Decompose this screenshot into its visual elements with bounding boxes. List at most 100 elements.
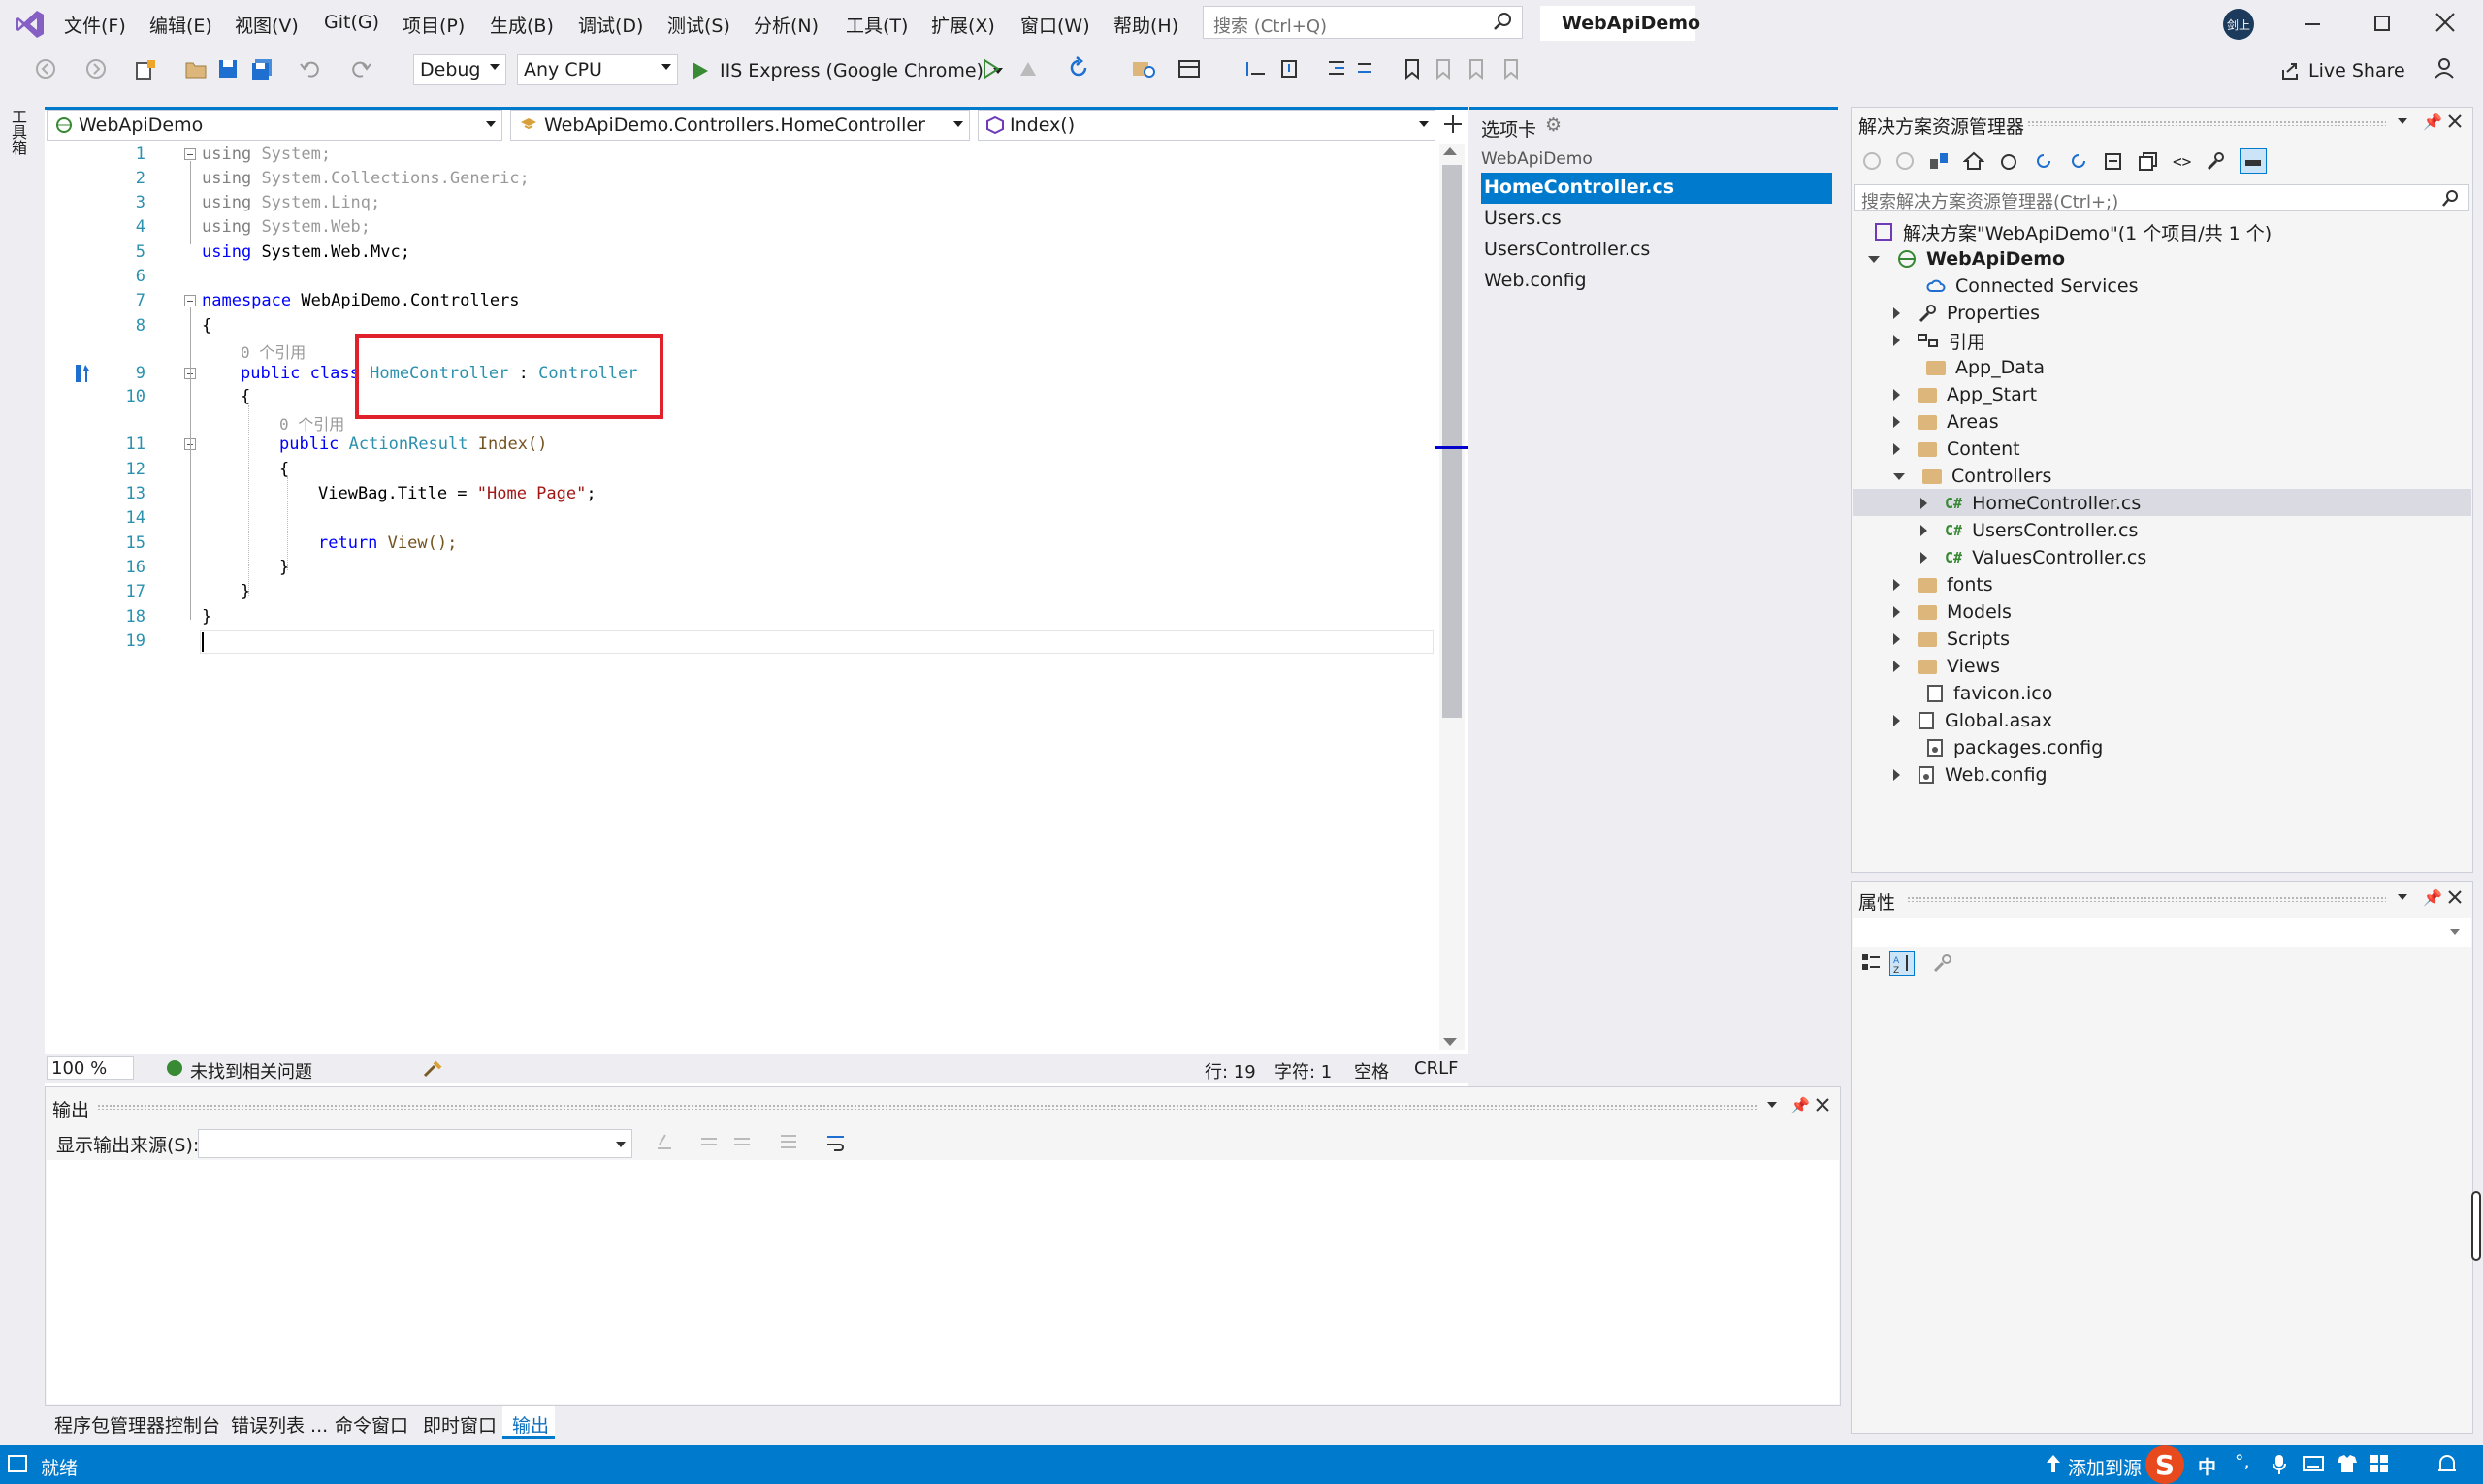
codelens-label[interactable]: 0 个引用 xyxy=(241,339,306,363)
window-menu-icon[interactable] xyxy=(2398,118,2407,124)
tree-item-controllers[interactable]: Controllers xyxy=(1893,463,2051,490)
output-text-area[interactable] xyxy=(47,1160,1839,1404)
tree-item-areas[interactable]: Areas xyxy=(1893,408,1999,436)
indent-icon[interactable] xyxy=(1325,58,1348,80)
notifications-bell-icon[interactable] xyxy=(2436,1453,2458,1476)
pin-icon[interactable]: 📌 xyxy=(2423,113,2442,131)
word-wrap-icon[interactable] xyxy=(824,1131,848,1152)
undo-icon[interactable] xyxy=(299,58,322,80)
menu-build[interactable]: 生成(B) xyxy=(490,12,554,38)
toolbox-grid-icon[interactable] xyxy=(2369,1453,2390,1474)
nav-member-select[interactable]: Index() xyxy=(978,110,1435,141)
window-menu-icon[interactable] xyxy=(1767,1102,1777,1108)
home-icon[interactable] xyxy=(1963,151,1984,171)
close-panel-icon[interactable] xyxy=(2448,890,2462,904)
fold-toggle[interactable] xyxy=(184,295,196,306)
tab-error-list[interactable]: 错误列表 ... xyxy=(231,1411,328,1437)
tab-immediate-window[interactable]: 即时窗口 xyxy=(423,1411,497,1437)
prev-message-icon[interactable] xyxy=(698,1131,720,1152)
eol-indicator[interactable]: CRLF xyxy=(1414,1058,1458,1079)
close-icon[interactable] xyxy=(2435,12,2456,33)
forward-icon[interactable] xyxy=(85,58,107,80)
tree-item-packages-config[interactable]: packages.config xyxy=(1926,734,2103,761)
step-into-icon[interactable] xyxy=(1278,58,1302,80)
refresh-icon[interactable] xyxy=(2033,151,2054,171)
scroll-thumb[interactable] xyxy=(1442,165,1462,718)
find-message-icon[interactable] xyxy=(654,1131,675,1152)
tree-item-content[interactable]: Content xyxy=(1893,436,2020,463)
save-all-icon[interactable] xyxy=(250,58,274,81)
menu-debug[interactable]: 调试(D) xyxy=(578,12,643,38)
property-pages-icon[interactable] xyxy=(1932,952,1953,974)
open-folder-icon[interactable] xyxy=(184,58,208,80)
zoom-select[interactable]: 100 % xyxy=(47,1056,134,1080)
tree-item-global-asax[interactable]: Global.asax xyxy=(1893,707,2052,734)
code-cleanup-icon[interactable] xyxy=(421,1058,444,1080)
properties-object-select[interactable] xyxy=(1853,918,2471,947)
column-indicator[interactable]: 字符: 1 xyxy=(1274,1058,1332,1083)
menu-edit[interactable]: 编辑(E) xyxy=(149,12,212,38)
window-menu-icon[interactable] xyxy=(2398,894,2407,900)
back-icon[interactable] xyxy=(1862,151,1882,171)
menu-view[interactable]: 视图(V) xyxy=(235,12,299,38)
comment-icon[interactable] xyxy=(1354,58,1377,80)
menu-tools[interactable]: 工具(T) xyxy=(846,12,908,38)
menu-help[interactable]: 帮助(H) xyxy=(1113,12,1178,38)
menu-file[interactable]: 文件(F) xyxy=(64,12,126,38)
tree-project-node[interactable]: WebApiDemo xyxy=(1868,245,2065,273)
tab-entry-homecontroller[interactable]: HomeController.cs xyxy=(1484,177,1674,198)
categorized-icon[interactable] xyxy=(1860,952,1882,974)
menu-project[interactable]: 项目(P) xyxy=(403,12,465,38)
alphabetical-icon[interactable]: AZ xyxy=(1889,951,1915,976)
tree-item-models[interactable]: Models xyxy=(1893,598,2012,626)
ime-mode[interactable]: 中 xyxy=(2198,1453,2216,1479)
hot-reload-icon[interactable] xyxy=(1016,58,1040,80)
tab-entry-users[interactable]: Users.cs xyxy=(1484,208,1562,229)
refresh-icon[interactable] xyxy=(1067,56,1090,80)
tree-solution-node[interactable]: 解决方案"WebApiDemo"(1 个项目/共 1 个) xyxy=(1874,218,2272,245)
tree-item-views[interactable]: Views xyxy=(1893,653,2000,680)
tab-package-manager-console[interactable]: 程序包管理器控制台 xyxy=(54,1411,220,1437)
tree-item-scripts[interactable]: Scripts xyxy=(1893,626,2010,653)
global-search-input[interactable]: 搜索 (Ctrl+Q) xyxy=(1203,6,1523,39)
punctuation-icon[interactable]: °, xyxy=(2235,1451,2250,1472)
prev-bookmark-icon[interactable] xyxy=(1434,58,1453,80)
tree-item-references[interactable]: 引用 xyxy=(1893,327,1985,354)
codelens-refs-icon[interactable] xyxy=(74,363,93,384)
skin-icon[interactable] xyxy=(2336,1453,2359,1474)
next-bookmark-icon[interactable] xyxy=(1467,58,1486,80)
menu-window[interactable]: 窗口(W) xyxy=(1020,12,1090,38)
collapse-all-icon[interactable] xyxy=(2103,151,2124,171)
properties-wrench-icon[interactable] xyxy=(2205,151,2226,171)
split-editor-icon[interactable] xyxy=(1442,113,1464,135)
sync-icon[interactable] xyxy=(1928,151,1950,171)
save-icon[interactable] xyxy=(217,58,239,80)
scroll-up-icon[interactable] xyxy=(1443,147,1457,155)
notification-icon[interactable] xyxy=(8,1455,27,1472)
side-scrollbar[interactable] xyxy=(2471,1191,2481,1261)
configuration-select[interactable]: Debug xyxy=(413,54,506,85)
line-indicator[interactable]: 行: 19 xyxy=(1205,1058,1256,1083)
nav-class-select[interactable]: WebApiDemo.Controllers.HomeController xyxy=(510,110,970,141)
nav-project-select[interactable]: WebApiDemo xyxy=(47,110,502,141)
output-source-select[interactable] xyxy=(198,1129,632,1158)
pin-icon[interactable]: 📌 xyxy=(2423,888,2442,907)
issues-status[interactable]: 未找到相关问题 xyxy=(190,1058,312,1083)
back-icon[interactable] xyxy=(35,58,56,80)
platform-select[interactable]: Any CPU xyxy=(517,54,678,85)
tree-item-homecontroller[interactable]: C# HomeController.cs xyxy=(1920,490,2141,517)
tab-entry-webconfig[interactable]: Web.config xyxy=(1484,270,1587,291)
find-in-files-icon[interactable] xyxy=(1131,58,1156,80)
new-project-icon[interactable] xyxy=(134,58,157,81)
microphone-icon[interactable] xyxy=(2272,1453,2287,1476)
menu-analyze[interactable]: 分析(N) xyxy=(754,12,819,38)
live-share-button[interactable]: Live Share xyxy=(2279,56,2405,85)
close-panel-icon[interactable] xyxy=(1816,1098,1829,1112)
keyboard-icon[interactable] xyxy=(2303,1455,2324,1472)
gear-icon[interactable]: ⚙ xyxy=(1545,114,1562,136)
tree-item-valuescontroller[interactable]: C# ValuesController.cs xyxy=(1920,544,2146,571)
tab-entry-userscontroller[interactable]: UsersController.cs xyxy=(1484,239,1650,260)
forward-icon[interactable] xyxy=(1895,151,1915,171)
tree-item-connected-services[interactable]: Connected Services xyxy=(1926,273,2138,300)
clear-bookmarks-icon[interactable] xyxy=(1501,58,1521,80)
